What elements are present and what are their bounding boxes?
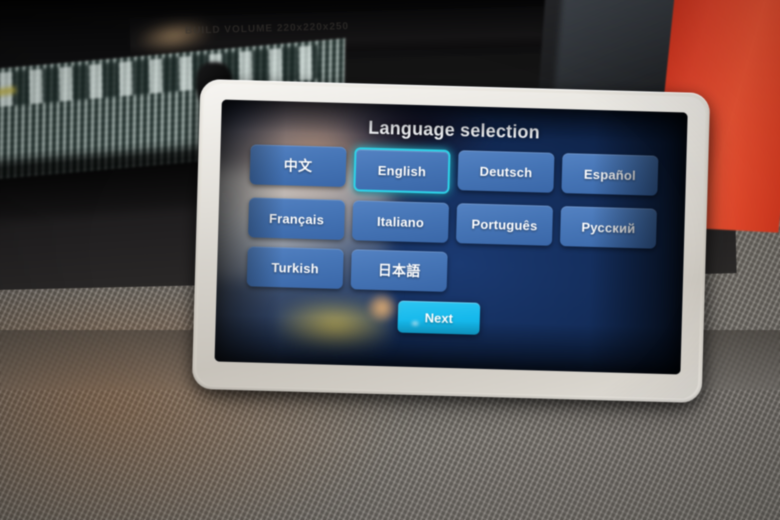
next-button[interactable]: Next	[397, 300, 481, 335]
language-button-chinese[interactable]: 中文	[249, 144, 347, 188]
language-button-spanish[interactable]: Español	[561, 153, 659, 196]
language-button-russian[interactable]: Русский	[559, 206, 657, 249]
next-button-row: Next	[215, 295, 682, 340]
language-button-japanese[interactable]: 日本語	[350, 249, 448, 292]
lcd-screen: Language selection 中文 English Deutsch Es…	[214, 99, 688, 375]
language-button-italian[interactable]: Italiano	[351, 200, 450, 243]
language-selection-screen: Language selection 中文 English Deutsch Es…	[215, 100, 688, 375]
language-button-french[interactable]: Français	[248, 197, 346, 241]
language-button-german[interactable]: Deutsch	[457, 150, 555, 193]
screen-specular-dot	[411, 320, 419, 327]
page-title: Language selection	[368, 117, 541, 143]
language-button-portuguese[interactable]: Português	[455, 203, 554, 246]
language-button-turkish[interactable]: Turkish	[246, 246, 344, 289]
screenshot-root: BUILD VOLUME 220x220x250 Language select…	[0, 0, 780, 520]
language-button-english[interactable]: English	[353, 147, 451, 194]
language-button-grid: 中文 English Deutsch Español Français Ital…	[246, 144, 659, 297]
touchscreen-device: Language selection 中文 English Deutsch Es…	[191, 78, 711, 410]
